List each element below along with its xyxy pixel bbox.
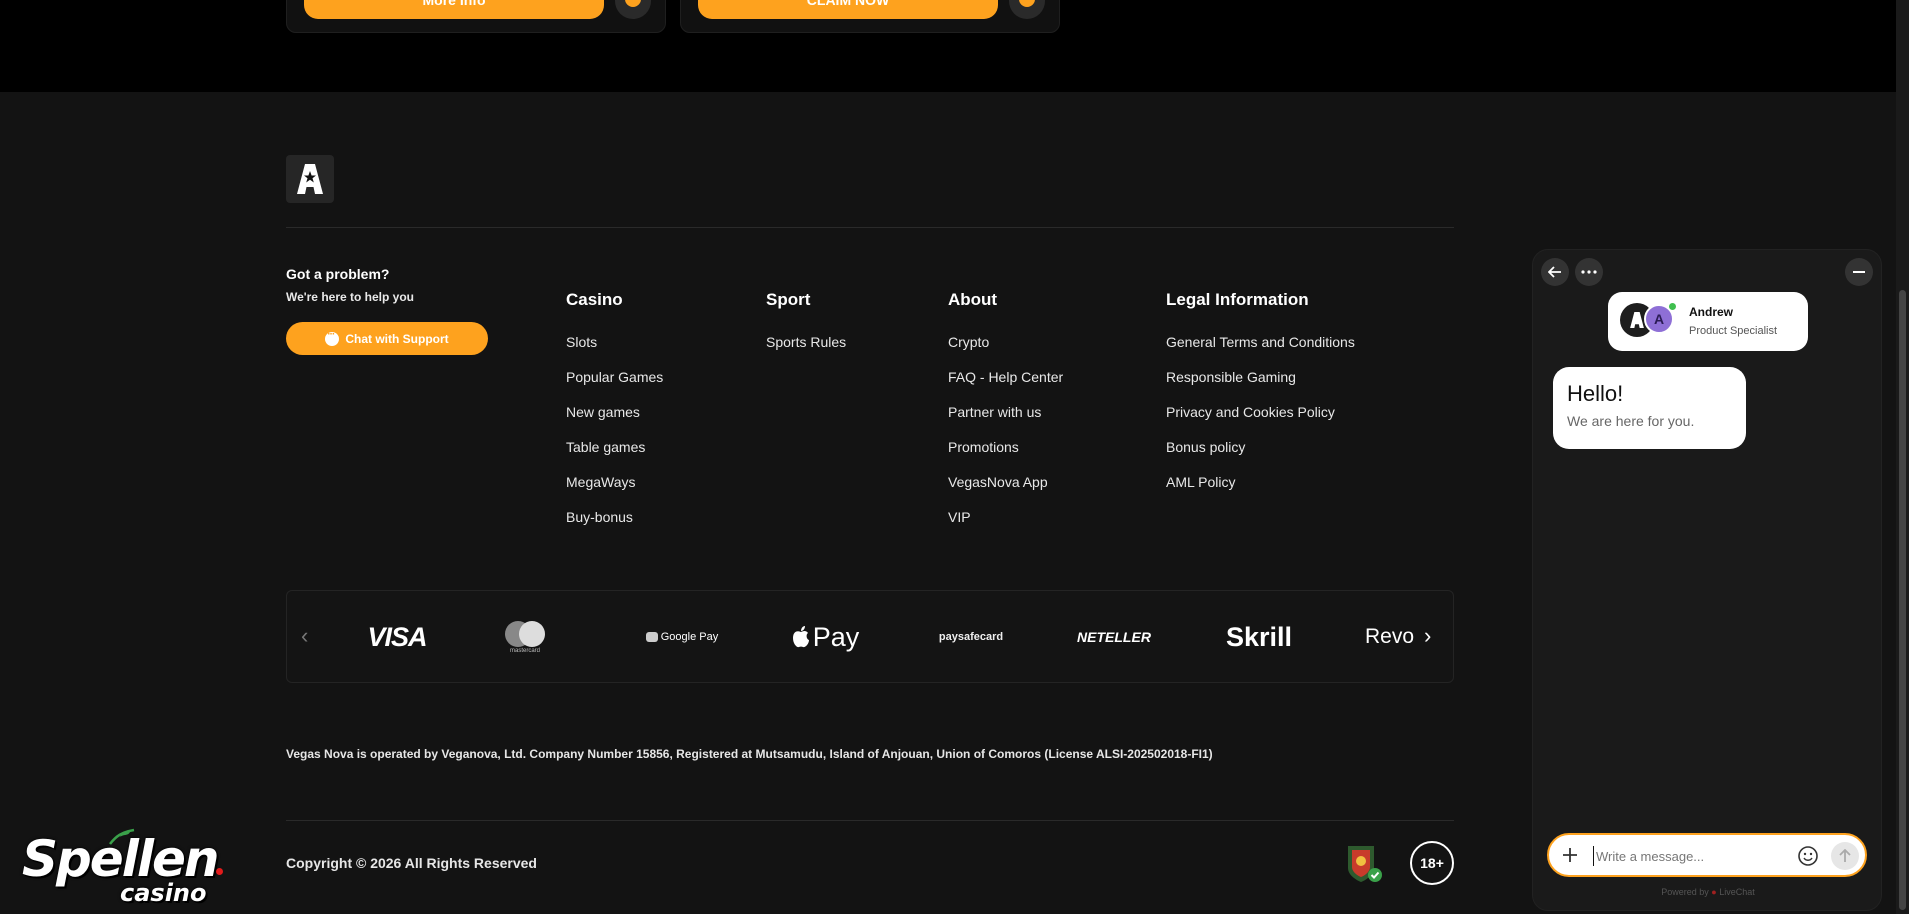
divider <box>286 820 1454 821</box>
column-title: Casino <box>566 290 623 309</box>
footer-column-sport: Sport Sports Rules <box>766 290 846 369</box>
powered-by: Powered by ● LiveChat <box>1533 887 1883 897</box>
page: More Info CLAIM NOW Got a problem? We're… <box>0 0 1909 914</box>
skrill-logo: Skrill <box>1225 621 1293 652</box>
carousel-next-icon[interactable]: › <box>1424 625 1431 647</box>
footer-link-partner[interactable]: Partner with us <box>948 404 1063 439</box>
chat-message: Hello! We are here for you. <box>1553 367 1746 449</box>
back-arrow-icon[interactable] <box>1541 258 1569 286</box>
info-toggle[interactable] <box>615 0 651 19</box>
message-input[interactable] <box>1593 846 1793 866</box>
footer-link-vip[interactable]: VIP <box>948 509 1063 544</box>
cherry-icon <box>109 828 135 845</box>
footer-column-about: About Crypto FAQ - Help Center Partner w… <box>948 290 1063 544</box>
age-restriction-badge: 18+ <box>1410 841 1454 885</box>
footer-link-aml-policy[interactable]: AML Policy <box>1166 474 1355 509</box>
message-title: Hello! <box>1567 381 1624 406</box>
promo-card: More Info <box>286 0 666 33</box>
carousel-prev-icon[interactable]: ‹ <box>301 625 308 647</box>
footer-link-app[interactable]: VegasNova App <box>948 474 1063 509</box>
chat-with-support-button[interactable]: Chat with Support <box>286 322 488 355</box>
promo-area: More Info CLAIM NOW <box>0 0 1909 92</box>
scrollbar-thumb[interactable] <box>1899 290 1906 910</box>
live-chat-widget: A Andrew Product Specialist Hello! We ar… <box>1532 249 1882 911</box>
copyright-text: Copyright © 2026 All Rights Reserved <box>286 855 537 871</box>
payment-methods-carousel: ‹ VISA mastercard Google Pay Pay paysafe… <box>286 590 1454 683</box>
chat-bubble-icon <box>325 329 340 346</box>
more-info-button[interactable]: More Info <box>304 0 604 19</box>
spellen-casino-watermark: Spellen casino <box>22 828 232 907</box>
chat-support-label: Chat with Support <box>345 331 449 346</box>
footer-link-faq[interactable]: FAQ - Help Center <box>948 369 1063 404</box>
agent-card: A Andrew Product Specialist <box>1608 292 1808 351</box>
info-icon <box>1019 0 1035 7</box>
footer-link-slots[interactable]: Slots <box>566 334 663 369</box>
info-toggle[interactable] <box>1009 0 1045 19</box>
footer-link-terms[interactable]: General Terms and Conditions <box>1166 334 1355 369</box>
site-logo[interactable] <box>286 155 334 203</box>
footer-column-legal: Legal Information General Terms and Cond… <box>1166 290 1355 509</box>
paysafecard-logo: paysafecard <box>938 631 1004 643</box>
footer-link-sports-rules[interactable]: Sports Rules <box>766 334 846 369</box>
message-composer <box>1547 833 1867 877</box>
attach-plus-icon[interactable] <box>1559 844 1581 866</box>
mastercard-logo: mastercard <box>495 619 555 655</box>
watermark-subtext: casino <box>120 879 207 907</box>
legal-text: Vegas Nova is operated by Veganova, Ltd.… <box>286 747 1213 761</box>
apple-pay-logo: Pay <box>789 619 861 655</box>
logo-icon <box>297 164 323 194</box>
minimize-icon[interactable] <box>1845 258 1873 286</box>
more-options-icon[interactable] <box>1575 258 1603 286</box>
footer-link-privacy[interactable]: Privacy and Cookies Policy <box>1166 404 1355 439</box>
page-scrollbar[interactable] <box>1896 0 1909 914</box>
neteller-logo: NETELLER <box>1077 629 1151 645</box>
column-title: Legal Information <box>1166 290 1309 309</box>
footer-link-buy-bonus[interactable]: Buy-bonus <box>566 509 663 544</box>
powered-by-brand: LiveChat <box>1719 887 1755 897</box>
help-subtitle: We're here to help you <box>286 290 414 304</box>
online-status-icon <box>1668 302 1677 311</box>
column-title: About <box>948 290 998 309</box>
google-pay-logo: Google Pay <box>645 619 719 655</box>
footer-link-new-games[interactable]: New games <box>566 404 663 439</box>
powered-by-label: Powered by <box>1661 887 1709 897</box>
claim-now-button[interactable]: CLAIM NOW <box>698 0 998 19</box>
message-body: We are here for you. <box>1567 413 1695 429</box>
footer-link-promotions[interactable]: Promotions <box>948 439 1063 474</box>
help-title: Got a problem? <box>286 266 390 282</box>
license-shield-icon[interactable] <box>1344 842 1384 884</box>
livechat-logo-icon: ● <box>1711 887 1717 897</box>
agent-name: Andrew <box>1689 305 1734 319</box>
footer-link-megaways[interactable]: MegaWays <box>566 474 663 509</box>
revolut-logo: Revo <box>1365 625 1415 648</box>
agent-role: Product Specialist <box>1689 325 1778 337</box>
footer-link-table-games[interactable]: Table games <box>566 439 663 474</box>
divider <box>286 227 1454 228</box>
send-arrow-icon[interactable] <box>1831 842 1859 870</box>
emoji-icon[interactable] <box>1797 845 1819 867</box>
footer-link-bonus-policy[interactable]: Bonus policy <box>1166 439 1355 474</box>
footer-link-crypto[interactable]: Crypto <box>948 334 1063 369</box>
visa-logo: VISA <box>367 621 427 652</box>
footer-link-popular-games[interactable]: Popular Games <box>566 369 663 404</box>
info-icon <box>625 0 641 7</box>
footer-link-responsible-gaming[interactable]: Responsible Gaming <box>1166 369 1355 404</box>
footer-column-casino: Casino Slots Popular Games New games Tab… <box>566 290 663 544</box>
promo-card: CLAIM NOW <box>680 0 1060 33</box>
column-title: Sport <box>766 290 811 309</box>
